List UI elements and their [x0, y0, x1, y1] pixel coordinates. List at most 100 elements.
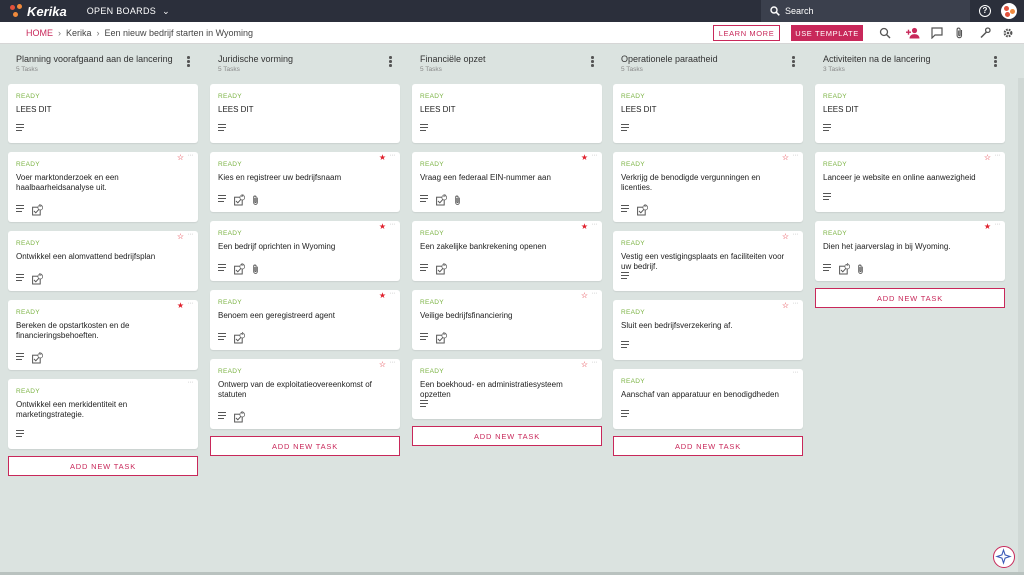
- open-boards-menu[interactable]: OPEN BOARDS ⌄: [87, 6, 170, 17]
- card-menu-icon[interactable]: ···: [793, 300, 799, 308]
- card-menu-icon[interactable]: ···: [592, 359, 598, 367]
- task-status: READY: [420, 161, 444, 168]
- breadcrumb-board: Een nieuw bedrijf starten in Wyoming: [104, 27, 254, 38]
- task-card[interactable]: READY Vestig een vestigingsplaats en faci…: [613, 231, 803, 291]
- star-filled-icon[interactable]: ★: [984, 222, 991, 231]
- star-outline-icon[interactable]: ☆: [984, 153, 991, 162]
- task-card[interactable]: READY LEES DIT: [815, 84, 1005, 143]
- kerika-logo[interactable]: Kerika: [10, 4, 67, 19]
- assistant-button[interactable]: [993, 546, 1015, 568]
- chat-icon[interactable]: [931, 27, 943, 39]
- column-title[interactable]: Juridische vorming: [218, 54, 400, 65]
- card-menu-icon[interactable]: ···: [995, 221, 1001, 229]
- task-card[interactable]: READY Een bedrijf oprichten in Wyoming ★ ··…: [210, 221, 400, 281]
- star-outline-icon[interactable]: ☆: [782, 232, 789, 241]
- star-filled-icon[interactable]: ★: [581, 222, 588, 231]
- task-card[interactable]: READY LEES DIT: [8, 84, 198, 143]
- star-outline-icon[interactable]: ☆: [581, 291, 588, 300]
- search-board-icon[interactable]: [879, 27, 891, 39]
- star-filled-icon[interactable]: ★: [379, 153, 386, 162]
- kerika-logo-icon: [10, 4, 24, 18]
- task-card[interactable]: READY Kies en registreer uw bedrijfsnaam ★…: [210, 152, 400, 212]
- column-title[interactable]: Financiële opzet: [420, 54, 602, 65]
- card-menu-icon[interactable]: ···: [188, 152, 194, 160]
- card-menu-icon[interactable]: ···: [592, 290, 598, 298]
- task-card[interactable]: READY Lanceer je website en online aanwez…: [815, 152, 1005, 212]
- horizontal-scroll-track[interactable]: [1018, 78, 1024, 575]
- search-box[interactable]: Search: [761, 0, 970, 22]
- card-menu-icon[interactable]: ···: [390, 152, 396, 160]
- card-menu-icon[interactable]: ···: [390, 359, 396, 367]
- task-card[interactable]: READY Benoem een geregistreerd agent ★ ··· 4: [210, 290, 400, 350]
- attachment-icon[interactable]: [955, 27, 964, 39]
- use-template-button[interactable]: USE TEMPLATE: [791, 25, 863, 41]
- app-name: Kerika: [27, 3, 67, 19]
- task-status: READY: [420, 230, 444, 237]
- card-menu-icon[interactable]: ···: [793, 231, 799, 239]
- description-icon: [823, 264, 831, 271]
- column-title[interactable]: Activiteiten na de lancering: [823, 54, 1005, 65]
- breadcrumb-home[interactable]: HOME: [26, 28, 53, 38]
- column-title[interactable]: Planning voorafgaand aan de lancering: [16, 54, 198, 65]
- task-card[interactable]: READY Voer marktonderzoek en een haalbaar…: [8, 152, 198, 222]
- task-status: READY: [621, 309, 645, 316]
- task-card[interactable]: READY LEES DIT: [613, 84, 803, 143]
- task-card[interactable]: READY Veilige bedrijfsfinanciering ☆ ··· 5: [412, 290, 602, 350]
- card-menu-icon[interactable]: ···: [592, 152, 598, 160]
- task-card[interactable]: READY Sluit een bedrijfsverzekering af. ☆ ·…: [613, 300, 803, 360]
- gear-icon[interactable]: [1002, 27, 1014, 39]
- card-menu-icon[interactable]: ···: [592, 221, 598, 229]
- card-menu-icon[interactable]: ···: [793, 152, 799, 160]
- star-outline-icon[interactable]: ☆: [379, 360, 386, 369]
- task-card[interactable]: READY Vraag een federaal EIN-nummer aan ★ ·…: [412, 152, 602, 212]
- task-card[interactable]: READY Ontwikkel een alomvattend bedrijfsp…: [8, 231, 198, 291]
- card-menu-icon[interactable]: ···: [188, 231, 194, 239]
- card-menu-icon[interactable]: ···: [793, 369, 799, 377]
- task-title: Vraag een federaal EIN-nummer aan: [420, 173, 551, 182]
- star-filled-icon[interactable]: ★: [177, 301, 184, 310]
- task-card[interactable]: READY Aanschaf van apparatuur en benodigd…: [613, 369, 803, 429]
- card-menu-icon[interactable]: ···: [995, 152, 1001, 160]
- star-outline-icon[interactable]: ☆: [782, 153, 789, 162]
- star-outline-icon[interactable]: ☆: [782, 301, 789, 310]
- task-card[interactable]: READY Bereken de opstartkosten en de fina…: [8, 300, 198, 370]
- star-outline-icon[interactable]: ☆: [177, 232, 184, 241]
- star-outline-icon[interactable]: ☆: [581, 360, 588, 369]
- card-icons: 2: [218, 193, 259, 206]
- column-menu-icon[interactable]: [792, 56, 795, 68]
- card-menu-icon[interactable]: ···: [188, 379, 194, 387]
- column-menu-icon[interactable]: [389, 56, 392, 68]
- breadcrumb-org[interactable]: Kerika: [66, 28, 92, 38]
- card-menu-icon[interactable]: ···: [188, 300, 194, 308]
- user-avatar[interactable]: [1001, 3, 1017, 19]
- task-card[interactable]: READY Ontwerp van de exploitatieovereenko…: [210, 359, 400, 429]
- add-new-task-button[interactable]: ADD NEW TASK: [815, 288, 1005, 308]
- add-new-task-button[interactable]: ADD NEW TASK: [412, 426, 602, 446]
- star-outline-icon[interactable]: ☆: [177, 153, 184, 162]
- card-menu-icon[interactable]: ···: [390, 221, 396, 229]
- card-menu-icon[interactable]: ···: [390, 290, 396, 298]
- add-new-task-button[interactable]: ADD NEW TASK: [613, 436, 803, 456]
- checklist-count: 2: [241, 193, 244, 199]
- settings-wrench-icon[interactable]: [979, 27, 991, 39]
- task-card[interactable]: READY Verkrijg de benodigde vergunningen …: [613, 152, 803, 222]
- task-card[interactable]: READY LEES DIT: [210, 84, 400, 143]
- task-title: LEES DIT: [823, 105, 859, 114]
- task-card[interactable]: READY Ontwikkel een merkidentiteit en mar…: [8, 379, 198, 449]
- star-filled-icon[interactable]: ★: [581, 153, 588, 162]
- help-icon[interactable]: ?: [979, 5, 991, 17]
- column-title[interactable]: Operationele paraatheid: [621, 54, 803, 65]
- task-card[interactable]: READY LEES DIT: [412, 84, 602, 143]
- add-person-icon[interactable]: [906, 27, 920, 39]
- column-menu-icon[interactable]: [994, 56, 997, 68]
- column-menu-icon[interactable]: [591, 56, 594, 68]
- star-filled-icon[interactable]: ★: [379, 291, 386, 300]
- task-card[interactable]: READY Een zakelijke bankrekening openen ★ ·…: [412, 221, 602, 281]
- task-card[interactable]: READY Dien het jaarverslag in bij Wyoming…: [815, 221, 1005, 281]
- add-new-task-button[interactable]: ADD NEW TASK: [210, 436, 400, 456]
- task-card[interactable]: READY Een boekhoud- en administratiesyste…: [412, 359, 602, 419]
- column-menu-icon[interactable]: [187, 56, 190, 68]
- add-new-task-button[interactable]: ADD NEW TASK: [8, 456, 198, 476]
- learn-more-button[interactable]: LEARN MORE: [713, 25, 780, 41]
- star-filled-icon[interactable]: ★: [379, 222, 386, 231]
